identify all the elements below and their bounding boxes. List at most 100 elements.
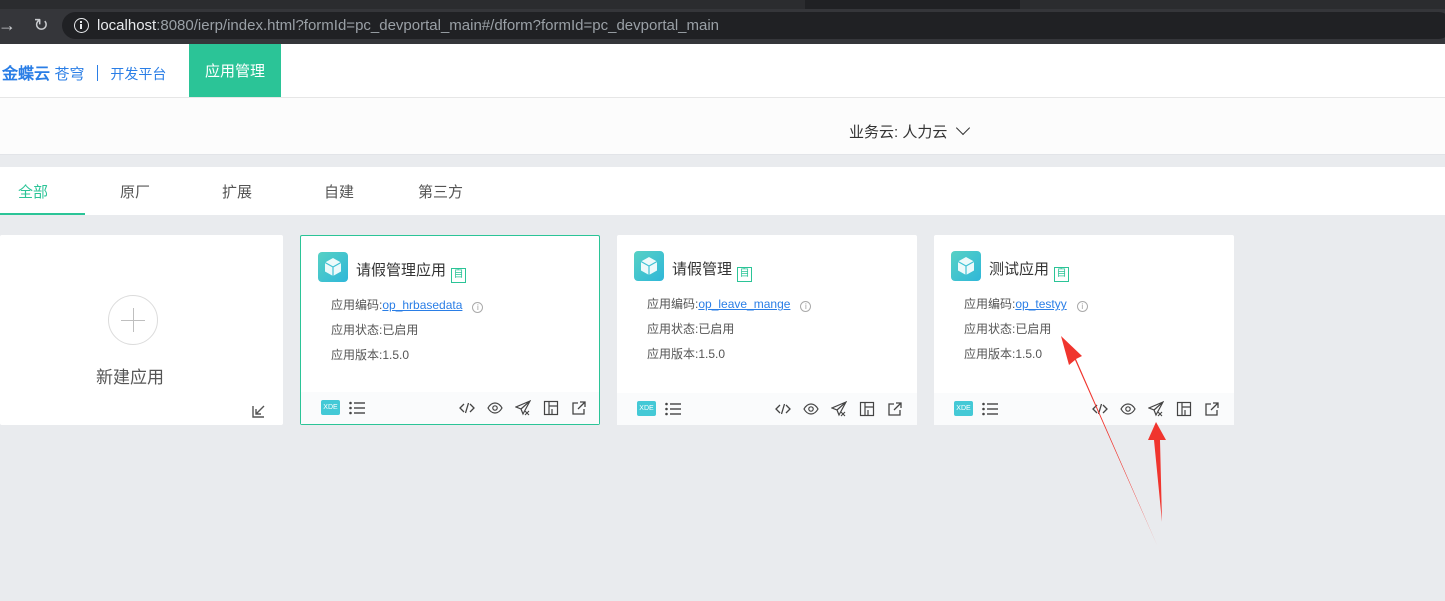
logo-divider [96, 65, 98, 81]
eye-icon[interactable] [487, 400, 503, 416]
app-title-text: 请假管理 [672, 261, 733, 278]
layout-icon[interactable] [859, 401, 875, 417]
publish-icon[interactable] [1148, 401, 1164, 417]
code-icon[interactable] [459, 400, 475, 416]
app-card[interactable]: 测试应用自 应用编码:op_testyy i 应用状态:已启用 应用版本:1.5.… [934, 235, 1234, 425]
list-icon[interactable] [349, 401, 365, 415]
app-version-value: 1.5.0 [1015, 347, 1043, 361]
app-card[interactable]: 请假管理应用自 应用编码:op_hrbasedata i 应用状态:已启用 应用版… [300, 235, 600, 425]
layout-icon[interactable] [543, 400, 559, 416]
app-version-row: 应用版本:1.5.0 [647, 345, 725, 362]
browser-tab[interactable] [0, 0, 805, 9]
self-built-badge: 自 [1054, 267, 1070, 282]
logo-sub-text: 苍穹 [54, 66, 85, 83]
app-title[interactable]: 请假管理自 [672, 258, 753, 282]
logo-main-text: 金蝶云 [2, 66, 51, 83]
category-tabs: 全部 原厂 扩展 自建 第三方 [0, 167, 1445, 215]
app-title-text: 测试应用 [989, 261, 1050, 278]
eye-icon[interactable] [803, 401, 819, 417]
app-status-value: 已启用 [698, 322, 735, 336]
self-built-badge: 自 [737, 267, 753, 282]
app-code-link[interactable]: op_leave_mange [698, 297, 790, 311]
list-icon[interactable] [665, 402, 681, 416]
reload-icon[interactable]: ↻ [30, 14, 52, 36]
app-version-row: 应用版本:1.5.0 [964, 345, 1042, 362]
xde-icon[interactable]: XDE [321, 400, 340, 415]
nav-item-app-management[interactable]: 应用管理 [189, 44, 281, 97]
app-version-value: 1.5.0 [382, 348, 410, 362]
xde-icon[interactable]: XDE [954, 401, 973, 416]
app-code-label: 应用编码: [964, 297, 1016, 311]
forward-arrow-icon[interactable]: → [0, 14, 18, 36]
xde-icon[interactable]: XDE [637, 401, 656, 416]
app-cube-icon [951, 251, 981, 281]
active-tab-indicator [0, 213, 85, 215]
tab-all[interactable]: 全部 [18, 181, 48, 202]
layout-icon[interactable] [1176, 401, 1192, 417]
tab-self-built[interactable]: 自建 [324, 181, 354, 202]
new-app-card[interactable]: 新建应用 [0, 235, 283, 425]
url-text: localhost:8080/ierp/index.html?formId=pc… [97, 17, 719, 34]
app-status-row: 应用状态:已启用 [647, 320, 734, 337]
app-status-label: 应用状态: [331, 323, 383, 337]
self-built-badge: 自 [451, 268, 467, 283]
app-status-value: 已启用 [382, 323, 419, 337]
card-toolbar: XDE [301, 392, 599, 424]
eye-icon[interactable] [1120, 401, 1136, 417]
publish-icon[interactable] [515, 400, 531, 416]
app-code-label: 应用编码: [331, 298, 383, 312]
app-cube-icon [318, 252, 348, 282]
site-info-icon[interactable] [74, 18, 89, 33]
info-icon[interactable]: i [472, 302, 484, 313]
code-icon[interactable] [1092, 401, 1108, 417]
app-code-link[interactable]: op_hrbasedata [382, 298, 462, 312]
app-status-label: 应用状态: [964, 322, 1016, 336]
app-code-row: 应用编码:op_hrbasedata i [331, 296, 484, 313]
app-cube-icon [634, 251, 664, 281]
cloud-value: 人力云 [902, 124, 948, 141]
app-code-row: 应用编码:op_testyy i [964, 295, 1088, 312]
info-icon[interactable]: i [1076, 301, 1088, 312]
address-bar[interactable]: localhost:8080/ierp/index.html?formId=pc… [62, 12, 1445, 39]
app-status-row: 应用状态:已启用 [964, 320, 1051, 337]
publish-icon[interactable] [831, 401, 847, 417]
app-code-label: 应用编码: [647, 297, 699, 311]
url-host: localhost [97, 17, 157, 34]
logo-platform-text: 开发平台 [110, 66, 167, 82]
business-cloud-selector[interactable]: 业务云: 人力云 [849, 120, 970, 142]
app-card[interactable]: 请假管理自 应用编码:op_leave_mange i 应用状态:已启用 应用版本… [617, 235, 917, 425]
new-app-label: 新建应用 [96, 368, 164, 387]
chevron-down-icon [955, 120, 970, 136]
app-version-label: 应用版本: [331, 348, 383, 362]
tab-original[interactable]: 原厂 [120, 181, 150, 202]
external-link-icon[interactable] [887, 401, 903, 417]
external-link-icon[interactable] [1204, 401, 1220, 417]
app-code-row: 应用编码:op_leave_mange i [647, 295, 812, 312]
business-cloud-bar: 业务云: 人力云 [0, 98, 1445, 155]
cloud-label: 业务云: [849, 124, 899, 141]
tab-extension[interactable]: 扩展 [222, 181, 252, 202]
app-title[interactable]: 请假管理应用自 [356, 259, 467, 283]
arrow-to-publish-icon [1148, 422, 1166, 522]
app-version-value: 1.5.0 [698, 347, 726, 361]
browser-tab[interactable] [1020, 0, 1445, 9]
info-icon[interactable]: i [800, 301, 812, 312]
card-toolbar: XDE [617, 393, 917, 425]
browser-tab-strip [0, 0, 1445, 9]
code-icon[interactable] [775, 401, 791, 417]
app-header: 金蝶云 苍穹 开发平台 应用管理 [0, 44, 1445, 98]
app-status-value: 已启用 [1015, 322, 1052, 336]
brand-logo[interactable]: 金蝶云 苍穹 开发平台 [2, 60, 166, 84]
app-title[interactable]: 测试应用自 [989, 258, 1070, 282]
external-link-icon[interactable] [571, 400, 587, 416]
card-toolbar: XDE [934, 393, 1234, 425]
app-version-row: 应用版本:1.5.0 [331, 346, 409, 363]
tab-third-party[interactable]: 第三方 [418, 181, 463, 202]
url-path: :8080/ierp/index.html?formId=pc_devporta… [156, 17, 720, 34]
app-title-text: 请假管理应用 [356, 262, 447, 279]
plus-icon[interactable] [108, 295, 158, 345]
app-status-label: 应用状态: [647, 322, 699, 336]
list-icon[interactable] [982, 402, 998, 416]
import-icon[interactable] [251, 403, 267, 419]
app-code-link[interactable]: op_testyy [1015, 297, 1066, 311]
